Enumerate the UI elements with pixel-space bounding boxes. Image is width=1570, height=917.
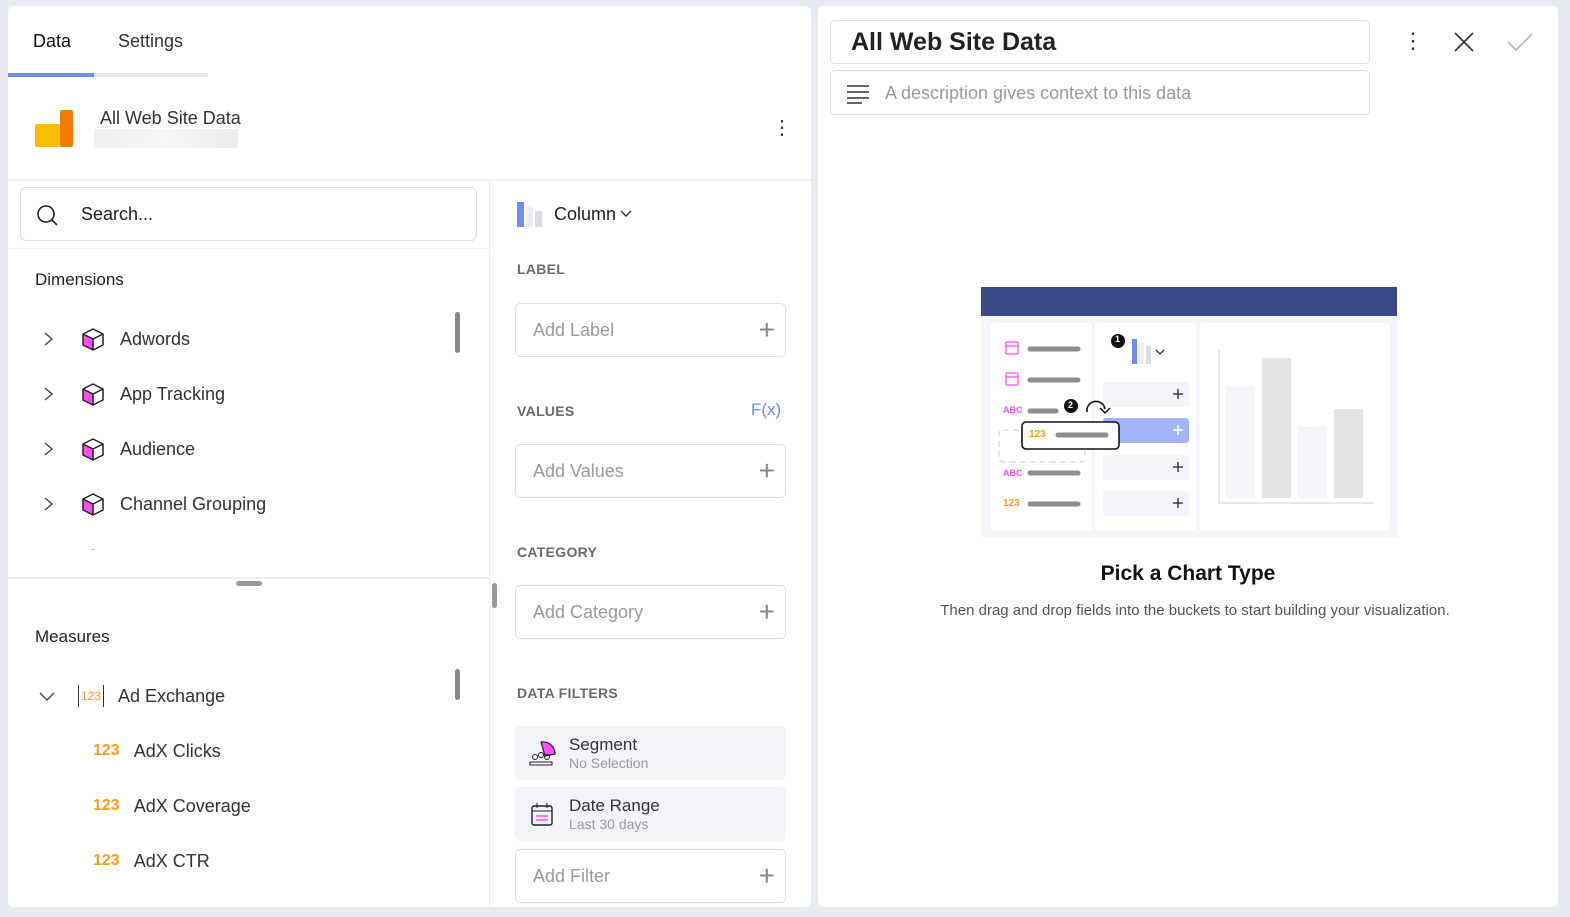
empty-state-title: Pick a Chart Type	[1100, 562, 1276, 585]
dimension-label: Channel Grouping	[120, 493, 267, 514]
add-label-bucket[interactable]: Add Label +	[515, 303, 786, 357]
measure-item[interactable]: 123 AdX Clicks	[93, 731, 221, 771]
segment-filter[interactable]: Segment No Selection	[515, 726, 786, 780]
dimension-item[interactable]: Adwords	[38, 319, 190, 359]
confirm-check-icon[interactable]	[1507, 33, 1533, 51]
measure-label: AdX Clicks	[133, 740, 221, 761]
tab-data[interactable]: Data	[33, 31, 71, 52]
tab-indicator-track	[94, 73, 208, 77]
dimension-item[interactable]: Channel Grouping	[38, 484, 266, 524]
chevron-right-icon	[44, 332, 54, 346]
chevron-right-icon	[44, 497, 54, 511]
dimension-item[interactable]: App Tracking	[38, 374, 225, 414]
chart-type-label: Column	[554, 203, 617, 224]
number-field-icon: 123	[93, 852, 120, 869]
search-icon	[37, 205, 58, 226]
segment-title: Segment	[569, 735, 638, 754]
number-field-icon: 123	[93, 742, 120, 759]
dimension-label: App Tracking	[120, 383, 226, 404]
label-bucket-caption: LABEL	[517, 261, 566, 277]
text-lines-icon	[847, 85, 869, 104]
pane-resize-handle[interactable]	[236, 581, 262, 586]
measures-heading: Measures	[35, 627, 110, 646]
measure-item[interactable]: 123 AdX Coverage	[93, 786, 251, 826]
divider	[8, 179, 811, 181]
title-input[interactable]: All Web Site Data	[830, 20, 1370, 64]
add-values-placeholder: Add Values	[533, 460, 624, 481]
tab-indicator-active	[8, 73, 94, 77]
measure-group-ad-exchange[interactable]: 123 Ad Exchange	[36, 676, 225, 716]
plus-icon: +	[758, 455, 775, 486]
date-range-value: Last 30 days	[569, 816, 649, 832]
formula-button[interactable]: F(x)	[751, 400, 781, 420]
pick-chart-illustration: 1 2 ABC ABC 123 123	[981, 287, 1397, 537]
add-category-bucket[interactable]: Add Category +	[515, 585, 786, 639]
category-bucket-caption: CATEGORY	[517, 544, 598, 560]
date-range-filter[interactable]: Date Range Last 30 days	[515, 787, 786, 841]
source-more-icon[interactable]: ⋮	[772, 116, 792, 140]
empty-state-subtitle: Then drag and drop fields into the bucke…	[940, 602, 1450, 619]
dimension-item[interactable]: Audience	[38, 429, 195, 469]
dimension-label: Adwords	[120, 328, 191, 349]
description-placeholder: A description gives context to this data	[885, 83, 1192, 103]
number-field-icon: 123	[93, 797, 120, 814]
cube-icon	[82, 383, 104, 406]
number-group-icon: 123	[78, 685, 105, 707]
chevron-right-icon	[44, 387, 54, 401]
column-chart-icon	[517, 202, 542, 227]
partial-item-chevron-icon	[85, 542, 101, 550]
chevron-right-icon	[44, 442, 54, 456]
segment-icon	[529, 741, 556, 766]
add-values-bucket[interactable]: Add Values +	[515, 444, 786, 498]
measure-label: AdX CTR	[133, 850, 210, 871]
date-range-title: Date Range	[569, 796, 660, 815]
dimension-label: Audience	[120, 438, 196, 459]
cube-icon	[82, 438, 104, 461]
measure-group-label: Ad Exchange	[118, 685, 226, 706]
chevron-down-icon	[39, 692, 55, 701]
chart-type-selector[interactable]: Column	[516, 201, 632, 227]
divider	[8, 577, 489, 579]
search-input[interactable]: Search...	[20, 187, 477, 241]
plus-icon: +	[758, 314, 775, 345]
cube-icon	[82, 493, 104, 516]
add-filter-placeholder: Add Filter	[533, 865, 611, 886]
google-analytics-logo	[35, 110, 73, 147]
description-input[interactable]: A description gives context to this data	[830, 70, 1370, 115]
column-resize-handle[interactable]	[492, 583, 497, 608]
close-icon[interactable]	[1454, 32, 1474, 52]
add-label-placeholder: Add Label	[533, 319, 615, 340]
data-filters-caption: DATA FILTERS	[517, 685, 619, 701]
calendar-icon	[531, 803, 553, 826]
plus-icon: +	[758, 596, 775, 627]
add-filter-bucket[interactable]: Add Filter +	[515, 849, 786, 903]
measures-scrollbar[interactable]	[455, 669, 460, 700]
chevron-down-icon	[620, 210, 632, 217]
cube-icon	[82, 328, 104, 351]
segment-value: No Selection	[569, 755, 649, 771]
more-options-icon[interactable]: ⋮	[1402, 28, 1424, 56]
dimensions-heading: Dimensions	[35, 270, 124, 289]
values-bucket-caption: VALUES	[517, 403, 575, 419]
dimensions-scrollbar[interactable]	[455, 312, 460, 353]
tab-settings[interactable]: Settings	[118, 31, 183, 52]
source-subtitle-placeholder	[94, 129, 238, 148]
add-category-placeholder: Add Category	[533, 601, 644, 622]
measure-item[interactable]: 123 AdX CTR	[93, 841, 210, 881]
search-placeholder: Search...	[81, 204, 154, 224]
plus-icon: +	[758, 860, 775, 891]
divider	[8, 248, 489, 249]
source-title: All Web Site Data	[100, 108, 241, 128]
column-divider	[489, 181, 490, 907]
measure-label: AdX Coverage	[133, 795, 251, 816]
